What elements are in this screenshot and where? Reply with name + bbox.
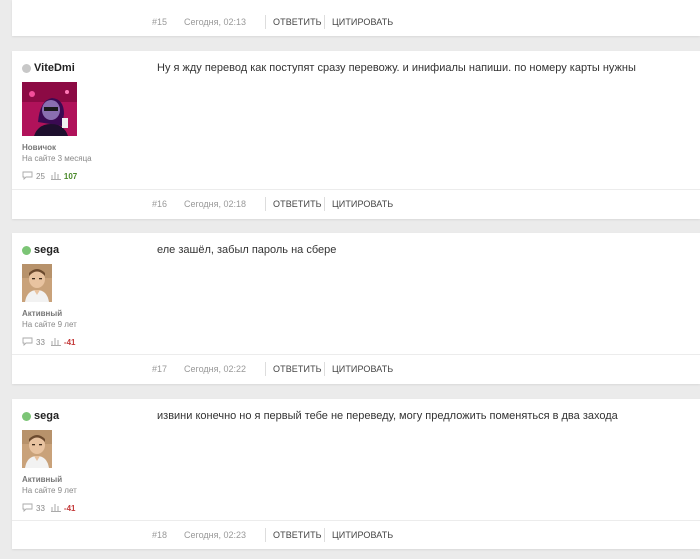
username-link[interactable]: sega [34,410,59,422]
comment-icon [22,503,33,514]
reputation-value: 107 [63,171,78,181]
comment-icon [22,337,33,348]
author-name-row: sega [22,409,152,423]
reputation-icon [50,336,61,348]
quote-button[interactable]: Цитировать [332,530,393,540]
post-time: Сегодня, 02:23 [184,530,247,540]
avatar[interactable] [22,82,77,136]
post-15: #15 Сегодня, 02:13 Ответить Цитировать [12,0,700,36]
author-name-row: ViteDmi [22,61,152,75]
post-footer: #16 Сегодня, 02:18 Ответить Цитировать [12,189,700,218]
username-link[interactable]: ViteDmi [34,62,75,74]
user-stats: 33 -41 [22,336,152,348]
divider [324,362,325,376]
user-rank: Активный [22,475,63,484]
post-author: sega Активный На сайте 9 лет 33 -41 [22,243,152,348]
post-footer: #17 Сегодня, 02:22 Ответить Цитировать [12,354,700,383]
online-status-icon [22,245,31,255]
post-footer: #18 Сегодня, 02:23 Ответить Цитировать [12,520,700,549]
post-number[interactable]: #16 [152,199,167,209]
divider [324,197,325,211]
quote-button[interactable]: Цитировать [332,364,393,374]
post-time: Сегодня, 02:22 [184,364,247,374]
comment-icon [22,171,33,182]
reputation-value: -41 [63,503,76,513]
post-time: Сегодня, 02:13 [184,16,247,27]
divider [265,362,266,376]
reply-button[interactable]: Ответить [273,17,322,27]
divider [324,528,325,542]
post-number[interactable]: #15 [152,17,167,27]
user-stats: 25 107 [22,170,152,182]
reputation-icon [50,502,61,514]
post-number[interactable]: #17 [152,364,167,374]
avatar-sega-icon [22,430,52,468]
post-author: sega Активный На сайте 9 лет 33 -41 [22,409,152,514]
divider [265,528,266,542]
user-rank: Активный [22,309,63,318]
post-message: Ну я жду перевод как поступят сразу пере… [157,62,636,74]
user-rank: Новичок [22,143,57,152]
post-time: Сегодня, 02:18 [184,199,247,209]
post-16: ViteDmi Новичок На сайте 3 месяца 25 107… [12,51,700,219]
divider [265,14,266,29]
post-17: sega Активный На сайте 9 лет 33 -41 еле … [12,233,700,384]
user-stats: 33 -41 [22,502,152,514]
avatar-vitedmi-icon [22,82,77,136]
username-link[interactable]: sega [34,244,59,256]
post-message: еле зашёл, забыл пароль на сбере [157,244,337,256]
reputation-value: -41 [63,337,76,347]
comments-count: 25 [36,171,45,181]
member-since: На сайте 9 лет [22,486,77,495]
post-message: извини конечно но я первый тебе не перев… [157,410,618,422]
offline-status-icon [22,63,31,73]
post-18: sega Активный На сайте 9 лет 33 -41 изви… [12,399,700,549]
comments-count: 33 [36,503,45,513]
quote-button[interactable]: Цитировать [332,17,393,27]
member-since: На сайте 3 месяца [22,154,92,163]
online-status-icon [22,411,31,421]
author-name-row: sega [22,243,152,257]
comments-count: 33 [36,337,45,347]
post-footer: #15 Сегодня, 02:13 Ответить Цитировать [12,7,700,36]
reply-button[interactable]: Ответить [273,530,322,540]
post-number[interactable]: #18 [152,530,167,540]
member-since: На сайте 9 лет [22,320,77,329]
reputation-icon [50,170,61,182]
avatar-sega-icon [22,264,52,302]
post-author: ViteDmi Новичок На сайте 3 месяца 25 107 [22,61,152,182]
reply-button[interactable]: Ответить [273,364,322,374]
divider [265,197,266,211]
reply-button[interactable]: Ответить [273,199,322,209]
avatar[interactable] [22,264,52,302]
quote-button[interactable]: Цитировать [332,199,393,209]
avatar[interactable] [22,430,52,468]
divider [324,14,325,29]
